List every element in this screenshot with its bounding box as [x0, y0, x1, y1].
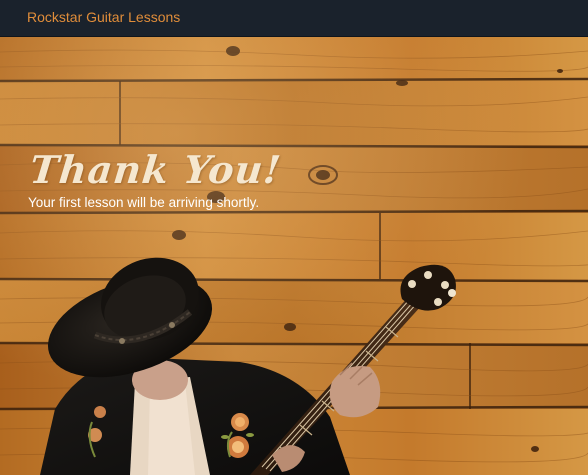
brand-link[interactable]: Rockstar Guitar Lessons: [27, 9, 180, 25]
thank-you-title: Thank You!: [27, 147, 284, 193]
hero-section: Thank You! Your first lesson will be arr…: [0, 37, 588, 475]
confirmation-message: Your first lesson will be arriving short…: [28, 194, 260, 210]
hero-background-image: [0, 37, 588, 475]
page: Rockstar Guitar Lessons Thank You! Your …: [0, 0, 588, 475]
top-navbar: Rockstar Guitar Lessons: [0, 0, 588, 37]
